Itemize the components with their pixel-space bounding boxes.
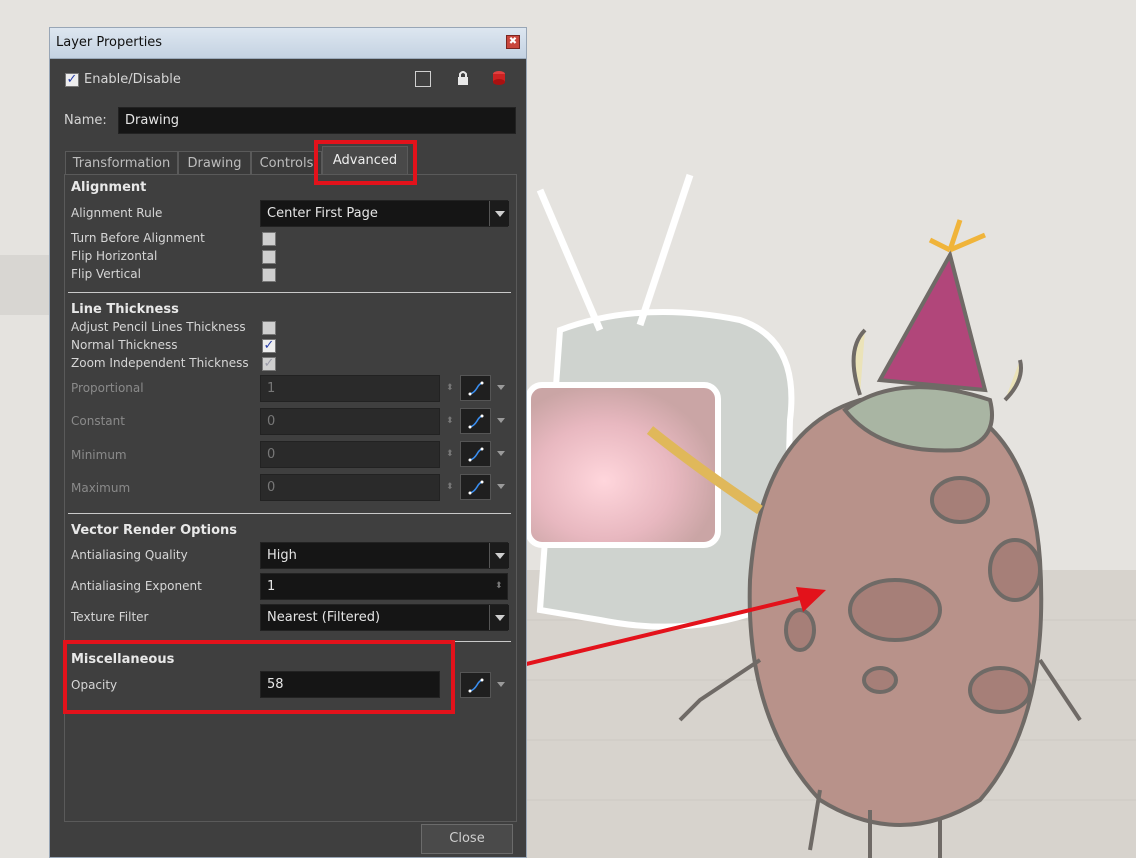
flip-horizontal-checkbox[interactable]	[262, 250, 276, 264]
function-curve-button[interactable]	[460, 474, 491, 500]
chevron-down-icon[interactable]	[497, 385, 505, 390]
chevron-down-icon[interactable]	[489, 201, 509, 226]
aa-exponent-field[interactable]: 1	[260, 573, 508, 600]
chevron-down-icon[interactable]	[497, 451, 505, 456]
window-title: Layer Properties	[56, 35, 163, 50]
aa-exponent-label: Antialiasing Exponent	[71, 579, 202, 593]
layer-properties-dialog: Layer Properties ✖ ✓ Enable/Disable Name…	[49, 27, 527, 858]
title-bar[interactable]: Layer Properties ✖	[50, 28, 526, 59]
proportional-label: Proportional	[71, 381, 144, 395]
minimum-label: Minimum	[71, 448, 127, 462]
name-field[interactable]: Drawing	[118, 107, 516, 134]
minimum-field[interactable]: 0	[260, 441, 440, 468]
divider	[68, 513, 511, 514]
spinner-icon[interactable]: ⬍	[446, 416, 454, 426]
tab-controls[interactable]: Controls	[251, 151, 322, 175]
spinner-icon[interactable]: ⬍	[446, 449, 454, 459]
opacity-highlight	[63, 640, 455, 714]
divider	[68, 292, 511, 293]
tab-drawing[interactable]: Drawing	[178, 151, 251, 175]
adjust-pencil-label: Adjust Pencil Lines Thickness	[71, 320, 246, 334]
enable-checkbox[interactable]: ✓	[65, 73, 79, 87]
texture-filter-select[interactable]: Nearest (Filtered)	[260, 604, 508, 631]
constant-label: Constant	[71, 414, 125, 428]
advanced-tab-highlight	[314, 140, 417, 185]
texture-filter-label: Texture Filter	[71, 610, 149, 624]
turn-before-checkbox[interactable]	[262, 232, 276, 246]
spinner-icon[interactable]: ⬍	[495, 581, 503, 591]
name-label: Name:	[64, 113, 107, 128]
maximum-field[interactable]: 0	[260, 474, 440, 501]
flip-vertical-checkbox[interactable]	[262, 268, 276, 282]
layer-stack-icon[interactable]	[492, 70, 506, 86]
alignment-header: Alignment	[71, 180, 147, 195]
line-thickness-header: Line Thickness	[71, 302, 179, 317]
constant-field[interactable]: 0	[260, 408, 440, 435]
chevron-down-icon[interactable]	[497, 418, 505, 423]
chevron-down-icon[interactable]	[489, 605, 509, 630]
vector-render-header: Vector Render Options	[71, 523, 238, 538]
aa-quality-label: Antialiasing Quality	[71, 548, 188, 562]
normal-thickness-checkbox[interactable]: ✓	[262, 339, 276, 353]
function-curve-button[interactable]	[460, 408, 491, 434]
spinner-icon[interactable]: ⬍	[446, 482, 454, 492]
spinner-icon[interactable]: ⬍	[446, 383, 454, 393]
tab-transformation[interactable]: Transformation	[65, 151, 178, 175]
enable-label: Enable/Disable	[84, 72, 181, 87]
alignment-rule-label: Alignment Rule	[71, 206, 163, 220]
turn-before-label: Turn Before Alignment	[71, 231, 205, 245]
zoom-independent-checkbox[interactable]: ✓	[262, 357, 276, 371]
maximum-label: Maximum	[71, 481, 131, 495]
lock-icon[interactable]	[457, 70, 469, 86]
chevron-down-icon[interactable]	[489, 543, 509, 568]
aa-quality-select[interactable]: High	[260, 542, 508, 569]
chevron-down-icon[interactable]	[497, 484, 505, 489]
alignment-rule-select[interactable]: Center First Page	[260, 200, 508, 227]
function-curve-button[interactable]	[460, 375, 491, 401]
flip-horizontal-label: Flip Horizontal	[71, 249, 158, 263]
function-curve-button[interactable]	[460, 672, 491, 698]
chevron-down-icon[interactable]	[497, 682, 505, 687]
adjust-pencil-checkbox[interactable]	[262, 321, 276, 335]
color-swatch-icon[interactable]	[415, 71, 431, 87]
flip-vertical-label: Flip Vertical	[71, 267, 141, 281]
zoom-independent-label: Zoom Independent Thickness	[71, 356, 249, 370]
function-curve-button[interactable]	[460, 441, 491, 467]
close-button[interactable]: Close	[421, 824, 513, 854]
proportional-field[interactable]: 1	[260, 375, 440, 402]
close-icon[interactable]: ✖	[506, 35, 520, 49]
normal-thickness-label: Normal Thickness	[71, 338, 178, 352]
